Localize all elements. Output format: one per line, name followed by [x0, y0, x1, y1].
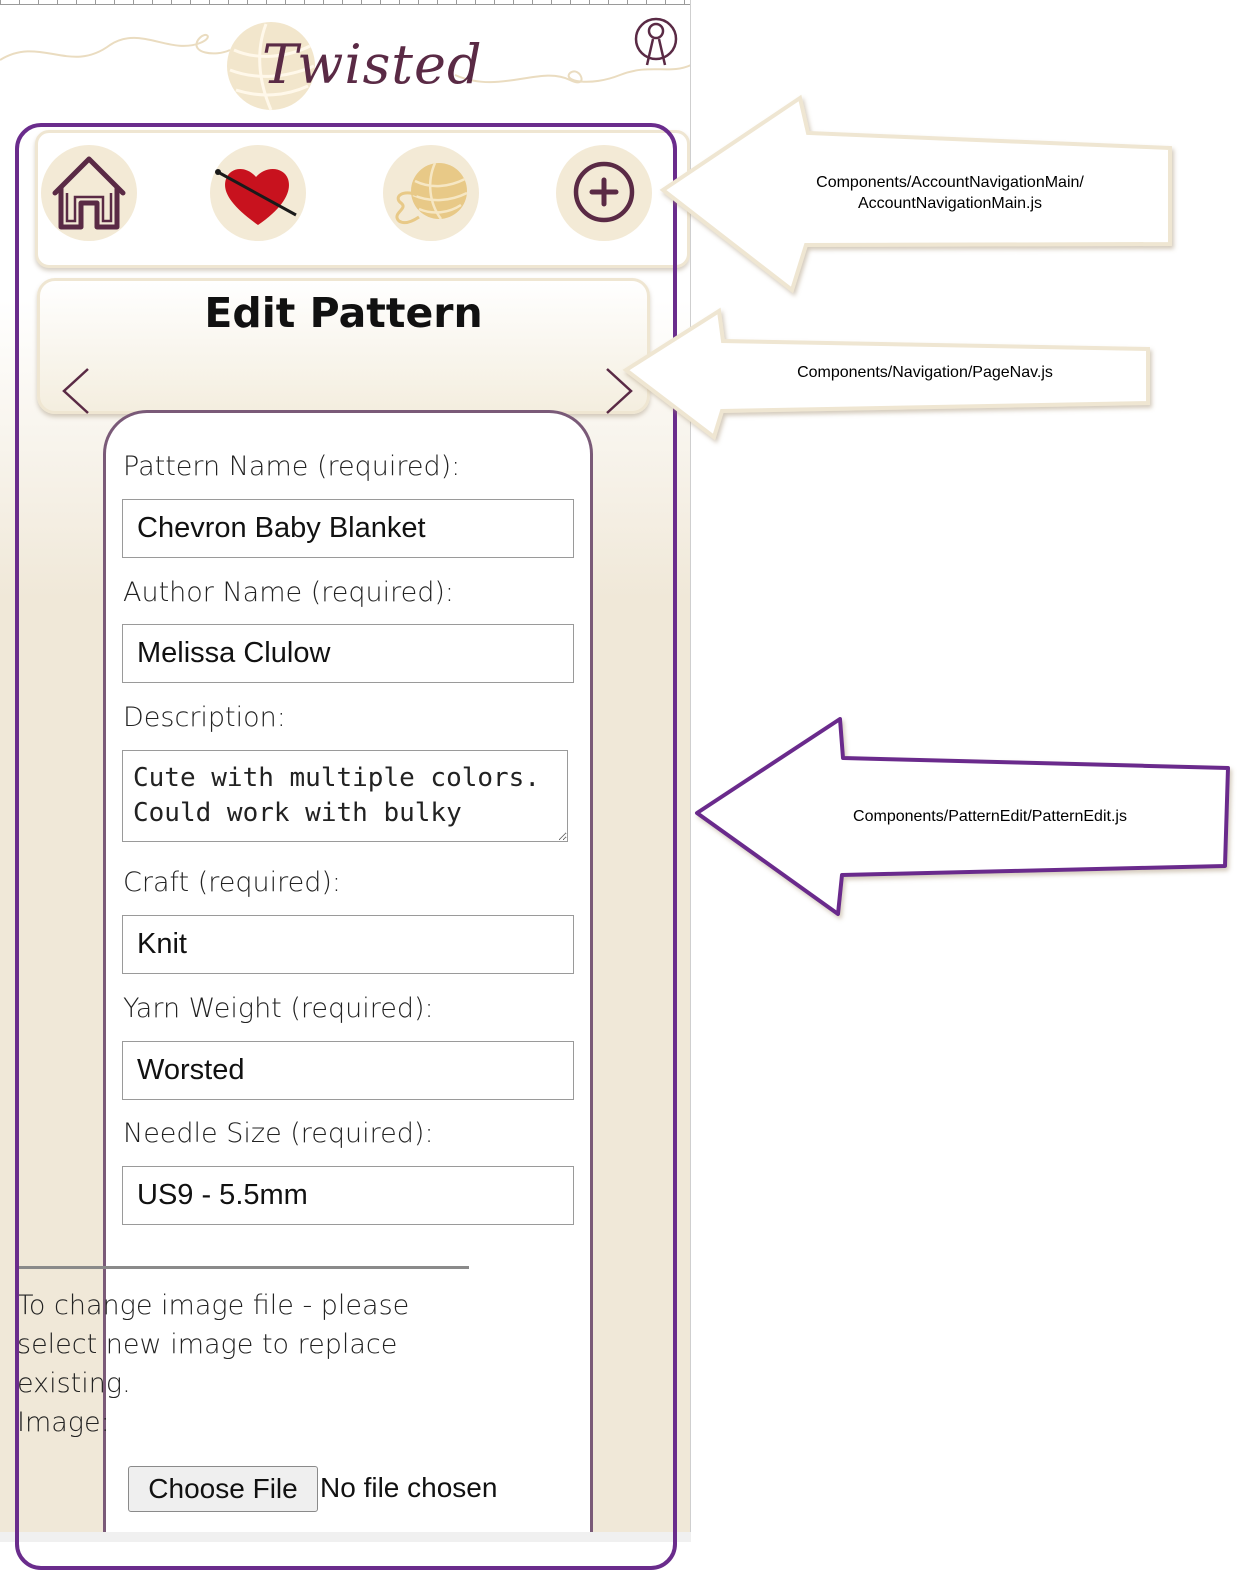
- author-name-label: Author Name (required):: [123, 577, 455, 608]
- page-nav-callout: Components/Navigation/PageNav.js: [797, 364, 1053, 381]
- divider: [16, 1266, 469, 1269]
- account-navigation: [35, 130, 690, 268]
- chevron-right-icon[interactable]: [601, 365, 637, 417]
- home-icon: [52, 156, 126, 230]
- description-textarea[interactable]: Cute with multiple colors. Could work wi…: [122, 750, 568, 842]
- app-screen: Twisted Edit Pattern Pattern Name (requi…: [0, 0, 691, 1532]
- description-label: Description:: [123, 702, 286, 733]
- needle-size-input[interactable]: [122, 1166, 574, 1225]
- page-title: Edit Pattern: [204, 289, 483, 337]
- yarn-weight-label: Yarn Weight (required):: [123, 993, 434, 1024]
- chevron-left-icon[interactable]: [58, 365, 94, 417]
- add-circle-icon: [573, 161, 635, 223]
- choose-file-button[interactable]: Choose File: [128, 1466, 318, 1512]
- yarn-weight-input[interactable]: [122, 1041, 574, 1100]
- app-logo[interactable]: Twisted: [262, 33, 483, 96]
- craft-input[interactable]: [122, 915, 574, 974]
- craft-label: Craft (required):: [123, 867, 341, 898]
- author-name-input[interactable]: [122, 624, 574, 683]
- pattern-edit-callout: Components/PatternEdit/PatternEdit.js: [853, 808, 1127, 825]
- account-nav-callout-line2: AccountNavigationMain.js: [857, 195, 1043, 212]
- image-note-text: To change image file - please select new…: [17, 1290, 410, 1399]
- page-navigation: Edit Pattern: [37, 278, 650, 414]
- account-nav-callout-line1: Components/AccountNavigationMain/: [816, 174, 1084, 191]
- app-header: Twisted: [0, 5, 690, 125]
- account-nav-callout: Components/AccountNavigationMain/ Accoun…: [780, 172, 1120, 214]
- image-label: Image:: [17, 1407, 110, 1438]
- profile-icon[interactable]: [633, 15, 679, 67]
- needle-size-label: Needle Size (required):: [123, 1118, 434, 1149]
- file-status-text: No file chosen: [320, 1472, 498, 1503]
- nav-favorites-button[interactable]: [210, 145, 306, 241]
- pattern-name-label: Pattern Name (required):: [123, 451, 461, 482]
- yarn-ball-icon: [395, 162, 468, 225]
- nav-stash-button[interactable]: [383, 145, 479, 241]
- image-change-note: To change image file - please select new…: [17, 1286, 467, 1442]
- nav-home-button[interactable]: [41, 145, 137, 241]
- pattern-name-input[interactable]: [122, 499, 574, 558]
- heart-needle-icon: [215, 168, 297, 225]
- screen-bottom-strip: [0, 1532, 691, 1542]
- nav-add-pattern-button[interactable]: [556, 145, 652, 241]
